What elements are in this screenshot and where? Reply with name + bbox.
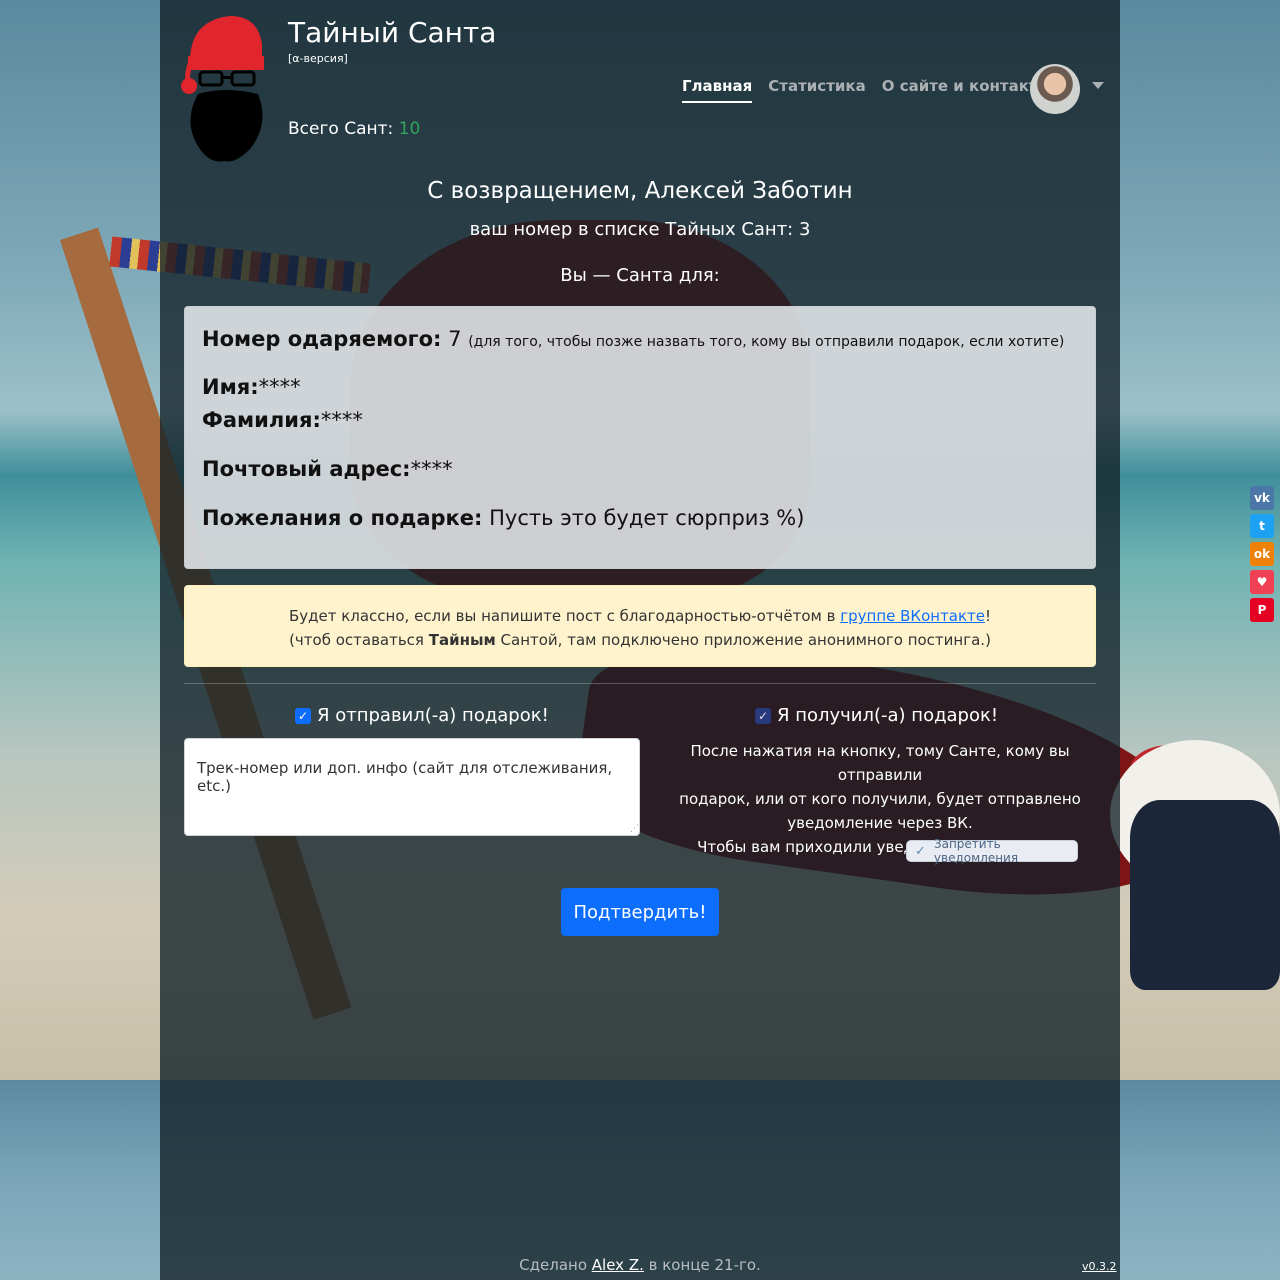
recipient-address-label: Почтовый адрес: (202, 457, 411, 481)
nav-item-about[interactable]: О сайте и контакты (882, 77, 1051, 103)
recipient-name-value: **** (258, 375, 301, 399)
alert-text: (чтоб оставаться (289, 631, 429, 649)
santa-for-label: Вы — Санта для: (560, 265, 720, 286)
vk-button-label: Запретить уведомления (933, 837, 1019, 865)
sent-gift-checkbox[interactable]: ✓ (295, 707, 311, 724)
total-santas-count: 10 (398, 119, 421, 139)
chevron-down-icon[interactable] (1092, 82, 1104, 89)
recipient-card: Номер одаряемого: 7 (для того, чтобы поз… (184, 306, 1096, 569)
recipient-wishes-row: Пожелания о подарке: Пусть это будет сюр… (202, 506, 804, 530)
recipient-name-row: Имя:**** (202, 375, 301, 399)
resize-handle-icon[interactable]: ⋰ (630, 824, 1277, 1277)
main-nav: Главная Статистика О сайте и контакты (682, 77, 1067, 103)
recipient-address-value: **** (410, 457, 453, 481)
alert-line-1: Будет классно, если вы напишите пост с б… (185, 604, 1095, 628)
total-santas-label: Всего Сант: (288, 119, 394, 139)
site-version-label: [α-версия] (288, 52, 348, 65)
recipient-number-row: Номер одаряемого: 7 (для того, чтобы поз… (202, 327, 1064, 351)
recipient-address-row: Почтовый адрес:**** (202, 457, 453, 481)
recipient-number-label: Номер одаряемого: (202, 327, 442, 351)
recipient-wishes-label: Пожелания о подарке: (202, 506, 483, 530)
vk-icon[interactable]: vk (1250, 486, 1274, 510)
recipient-wishes-value: Пусть это будет сюрприз %) (489, 506, 805, 530)
recipient-number-hint: (для того, чтобы позже назвать того, ком… (468, 334, 1065, 350)
recipient-number-value: 7 (448, 327, 462, 351)
welcome-heading: С возвращением, Алексей Заботин (427, 178, 853, 204)
odnoklassniki-icon[interactable]: ok (1250, 542, 1274, 566)
alert-text: Будет классно, если вы напишите пост с б… (288, 607, 841, 625)
footer-text: Сделано (519, 1256, 592, 1274)
santa-logo-icon (181, 16, 264, 162)
total-santas: Всего Сант: 10 (288, 119, 420, 139)
received-gift-label[interactable]: Я получил(-а) подарок! (777, 705, 998, 726)
recipient-name-label: Имя: (202, 375, 259, 399)
santa-number-line: ваш номер в списке Тайных Сант: 3 (469, 219, 811, 240)
recipient-surname-value: **** (320, 408, 363, 432)
vk-post-alert: Будет классно, если вы напишите пост с б… (184, 585, 1096, 667)
alert-line-2: (чтоб оставаться Тайным Сантой, там подк… (185, 628, 1095, 652)
note-line: подарок, или от кого получили, будет отп… (679, 790, 1081, 808)
check-icon: ✓ (915, 843, 926, 859)
received-gift-checkbox-row[interactable]: ✓ Я получил(-а) подарок! (755, 705, 998, 726)
submit-button[interactable]: Подтвердить! (561, 888, 719, 936)
divider (184, 683, 1096, 684)
sent-gift-label[interactable]: Я отправил(-а) подарок! (317, 705, 549, 726)
note-line: После нажатия на кнопку, тому Санте, ком… (690, 742, 1070, 784)
version-link[interactable]: v0.3.2 (1082, 1260, 1117, 1273)
recipient-surname-row: Фамилия:**** (202, 408, 363, 432)
vk-group-link[interactable]: группе ВКонтакте (840, 607, 985, 625)
pocket-icon[interactable]: ♥ (1250, 570, 1274, 594)
sent-gift-checkbox-row[interactable]: ✓ Я отправил(-а) подарок! (295, 705, 549, 726)
alert-text: ! (985, 607, 992, 625)
footer-credits: Сделано Alex Z. в конце 21-го. (160, 1256, 1120, 1274)
social-share-bar: vk t ok ♥ P (1250, 486, 1274, 622)
author-link[interactable]: Alex Z. (592, 1256, 644, 1274)
nav-item-home[interactable]: Главная (682, 77, 753, 103)
avatar[interactable] (1030, 64, 1080, 114)
nav-item-stats[interactable]: Статистика (768, 77, 865, 103)
footer-text: в конце 21-го. (643, 1256, 761, 1274)
alert-bold-text: Тайным (428, 631, 496, 649)
twitter-icon[interactable]: t (1250, 514, 1274, 538)
note-line: уведомление через ВК. (787, 814, 973, 832)
pinterest-icon[interactable]: P (1250, 598, 1274, 622)
track-number-input[interactable]: Трек-номер или доп. инфо (сайт для отсле… (184, 738, 640, 836)
alert-text: Сантой, там подключено приложение аноним… (495, 631, 991, 649)
recipient-surname-label: Фамилия: (202, 408, 321, 432)
site-title[interactable]: Тайный Санта (288, 16, 496, 49)
received-gift-checkbox[interactable]: ✓ (755, 707, 771, 724)
vk-disable-notifications-button[interactable]: ✓ Запретить уведомления (906, 837, 1078, 865)
